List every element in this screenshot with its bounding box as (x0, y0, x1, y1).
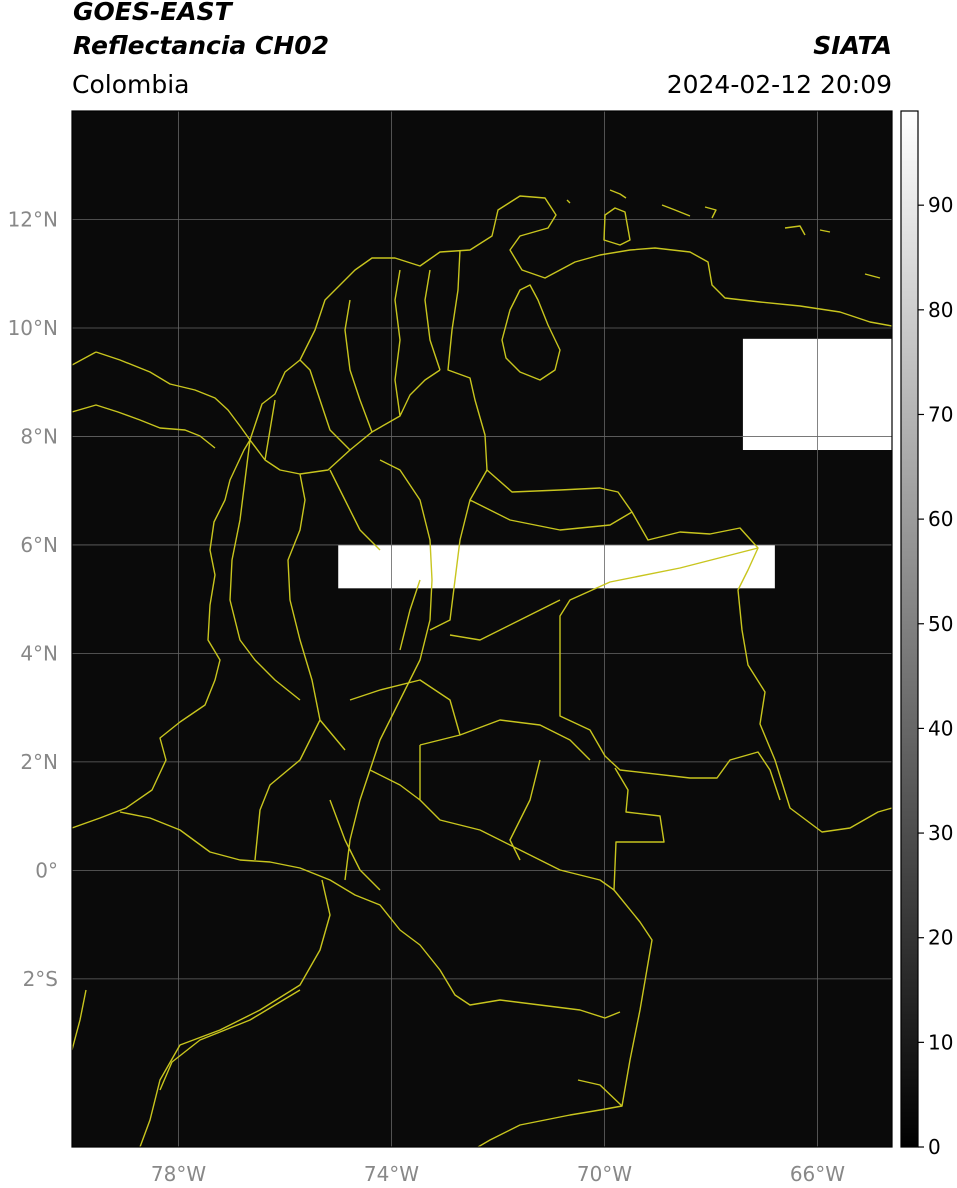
lat-tick-label: 2°N (20, 750, 58, 774)
colorbar-tick-label: 80 (928, 298, 953, 322)
colorbar-tick-label: 20 (928, 926, 953, 950)
latitude-labels: 12°N 10°N 8°N 6°N 4°N 2°N 0° 2°S (8, 207, 58, 990)
lat-tick-label: 6°N (20, 533, 58, 557)
longitude-labels: 78°W 74°W 70°W 66°W (151, 1162, 845, 1186)
colorbar-tick-label: 30 (928, 821, 953, 845)
lon-tick-label: 70°W (577, 1162, 632, 1186)
colorbar-ticks: 0 10 20 30 40 50 60 70 80 90 (918, 193, 953, 1159)
map-figure: 12°N 10°N 8°N 6°N 4°N 2°N 0° 2°S 78°W 74°W 70°W 66… (8, 110, 953, 1186)
colorbar-tick-label: 50 (928, 612, 953, 636)
colorbar-tick-label: 0 (928, 1135, 941, 1159)
lat-tick-label: 10°N (8, 316, 58, 340)
bright-area-0 (338, 544, 775, 589)
lat-tick-label: 4°N (20, 641, 58, 665)
colorbar-tick-label: 10 (928, 1030, 953, 1054)
colorbar-tick-label: 40 (928, 716, 953, 740)
colorbar-tick-label: 70 (928, 402, 953, 426)
lon-tick-label: 66°W (790, 1162, 845, 1186)
lat-tick-label: 12°N (8, 207, 58, 231)
map-background (72, 111, 892, 1147)
lat-tick-label: 8°N (20, 424, 58, 448)
lat-tick-label: 2°S (23, 967, 58, 991)
colorbar (900, 110, 919, 1148)
colorbar-tick-label: 60 (928, 507, 953, 531)
colorbar-tick-label: 90 (928, 193, 953, 217)
lon-tick-label: 78°W (151, 1162, 206, 1186)
lon-tick-label: 74°W (364, 1162, 419, 1186)
lat-tick-label: 0° (35, 858, 58, 882)
